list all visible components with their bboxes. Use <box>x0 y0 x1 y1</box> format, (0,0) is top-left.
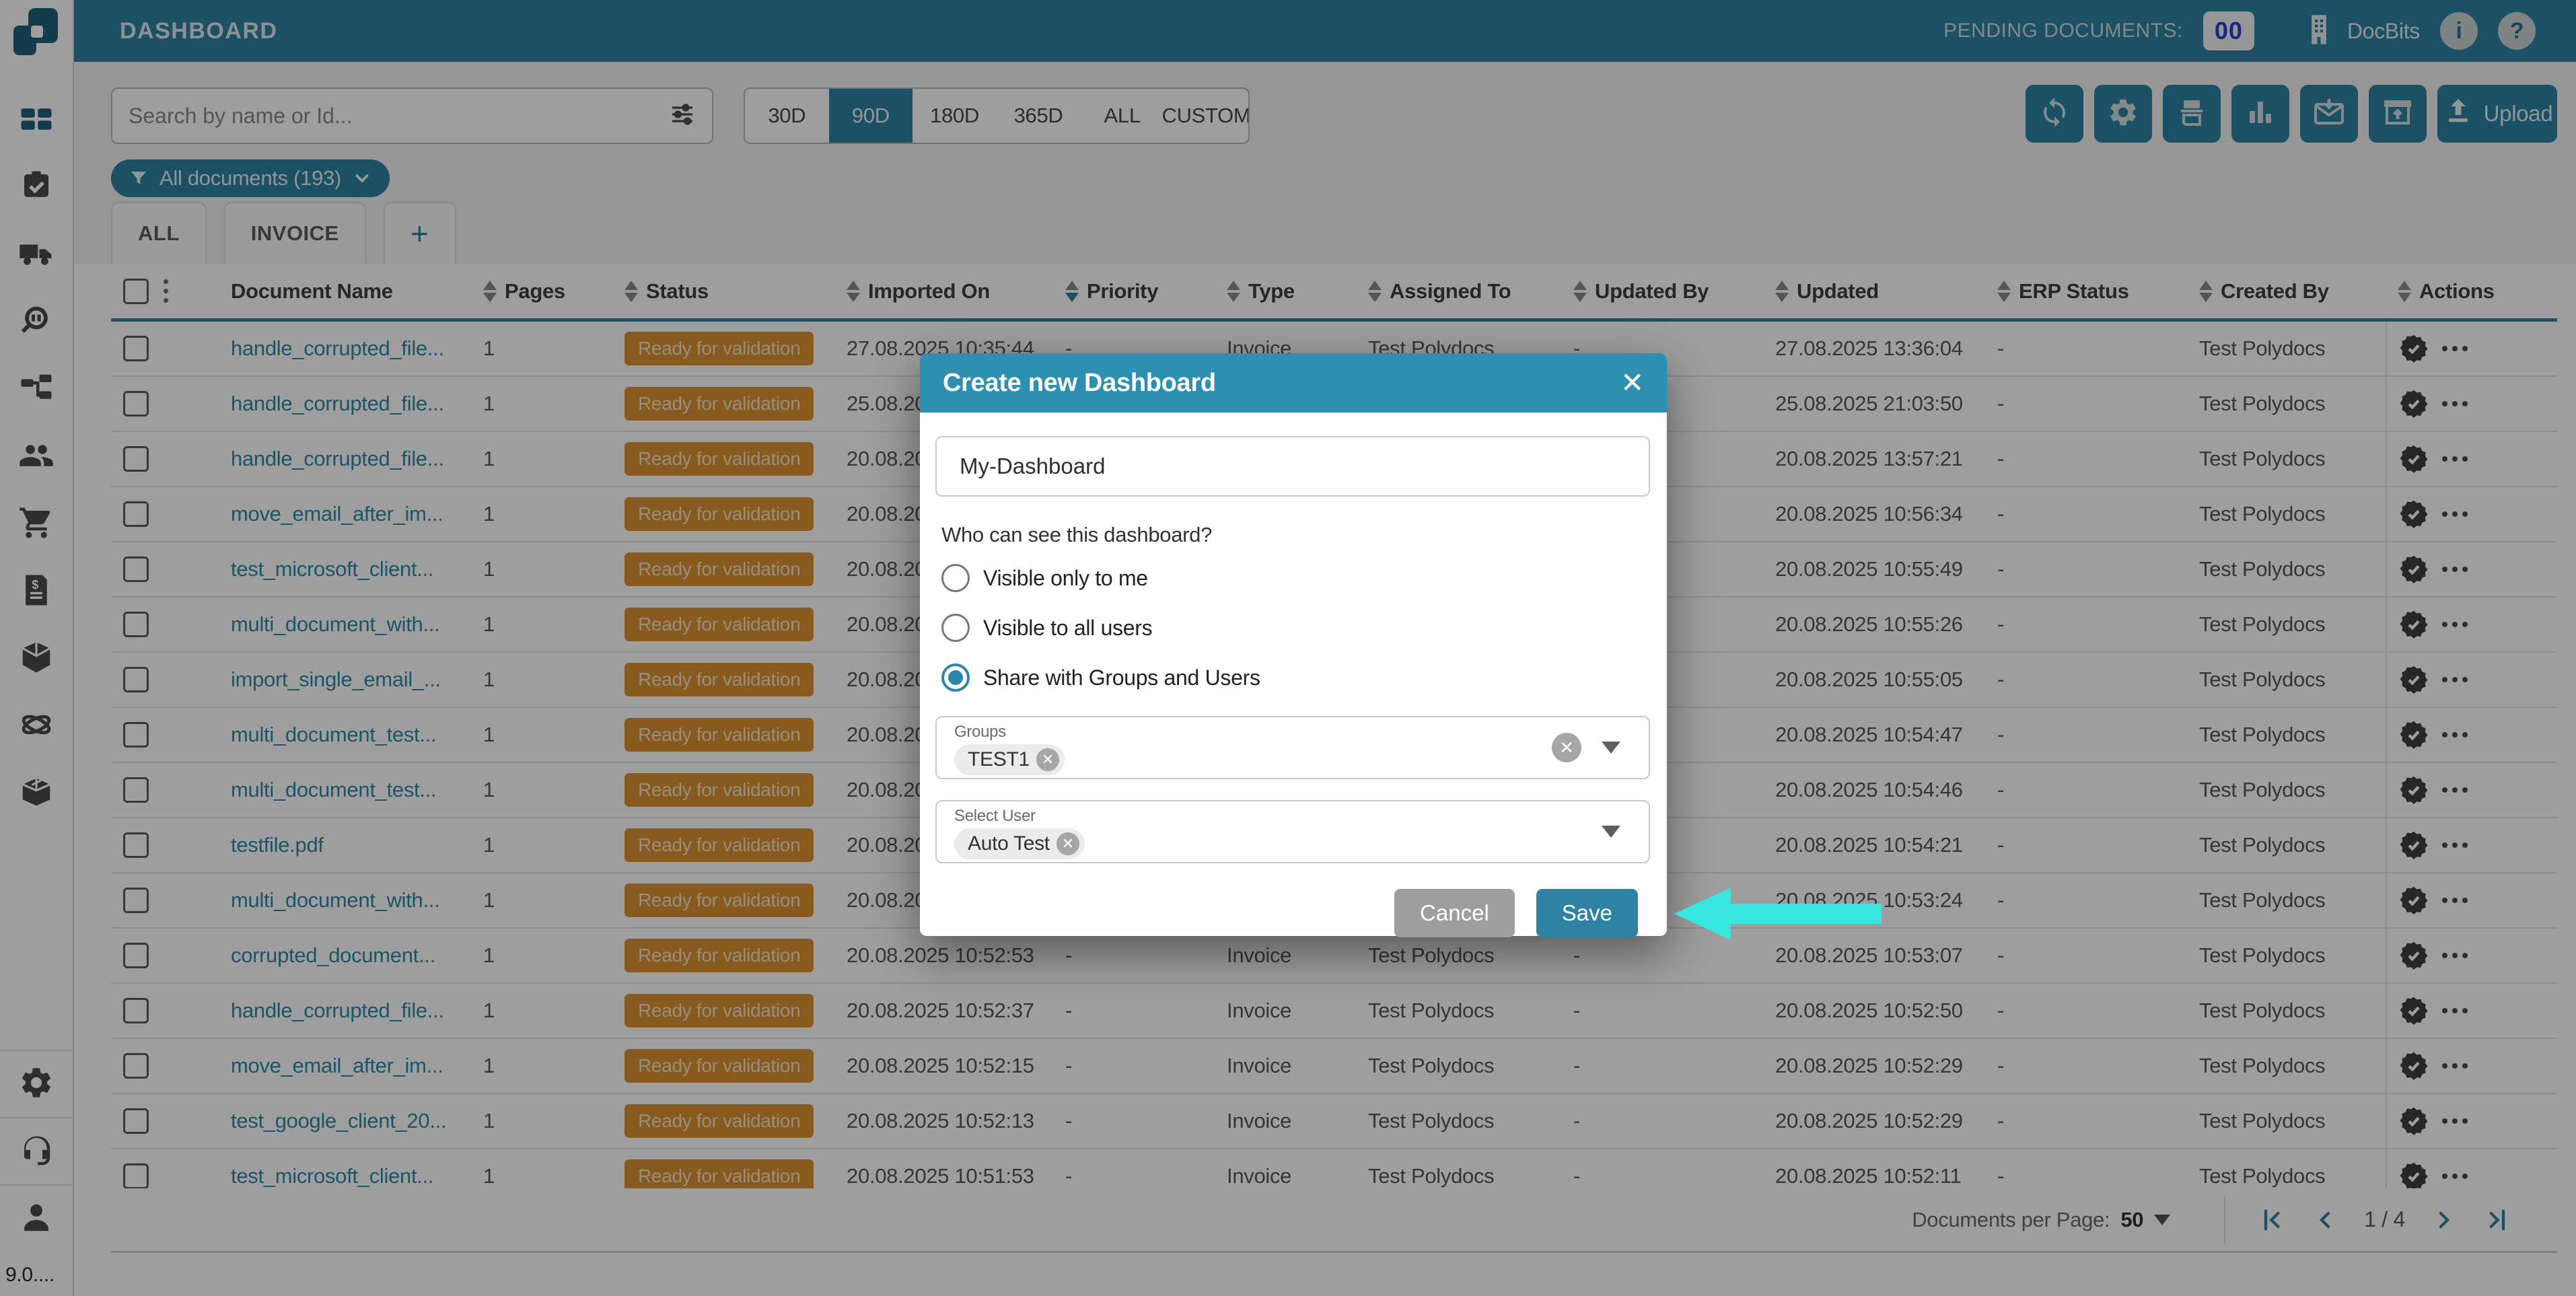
radio-selected-icon[interactable] <box>941 663 970 692</box>
create-dashboard-modal: Create new Dashboard ✕ Who can see this … <box>920 353 1667 936</box>
radio-option-label: Share with Groups and Users <box>983 665 1260 690</box>
dropdown-caret-icon[interactable] <box>1602 826 1620 838</box>
cancel-button[interactable]: Cancel <box>1394 889 1515 937</box>
radio-icon[interactable] <box>941 564 970 592</box>
user-chip: Auto Test ✕ <box>954 828 1085 859</box>
select-user-label: Select User <box>954 807 1036 826</box>
group-chip-label: TEST1 <box>968 748 1030 771</box>
radio-option-label: Visible to all users <box>983 616 1152 641</box>
radio-icon[interactable] <box>941 614 970 642</box>
groups-field[interactable]: Groups TEST1 ✕ ✕ <box>935 716 1650 779</box>
visibility-option-1[interactable]: Visible only to me <box>941 564 1148 592</box>
chip-remove-icon[interactable]: ✕ <box>1057 832 1079 855</box>
chip-remove-icon[interactable]: ✕ <box>1036 748 1059 771</box>
radio-option-label: Visible only to me <box>983 566 1148 591</box>
visibility-option-3[interactable]: Share with Groups and Users <box>941 663 1260 692</box>
modal-title: Create new Dashboard <box>943 369 1216 398</box>
save-button[interactable]: Save <box>1536 889 1638 937</box>
modal-header: Create new Dashboard ✕ <box>920 353 1667 412</box>
groups-label: Groups <box>954 723 1006 742</box>
select-user-field[interactable]: Select User Auto Test ✕ <box>935 800 1650 863</box>
group-chip: TEST1 ✕ <box>954 744 1065 775</box>
visibility-question: Who can see this dashboard? <box>941 523 1212 547</box>
dashboard-name-input[interactable] <box>935 436 1650 497</box>
clear-field-icon[interactable]: ✕ <box>1552 733 1581 762</box>
visibility-option-2[interactable]: Visible to all users <box>941 614 1152 642</box>
dropdown-caret-icon[interactable] <box>1602 742 1620 754</box>
close-icon[interactable]: ✕ <box>1620 369 1644 397</box>
user-chip-label: Auto Test <box>968 832 1050 855</box>
